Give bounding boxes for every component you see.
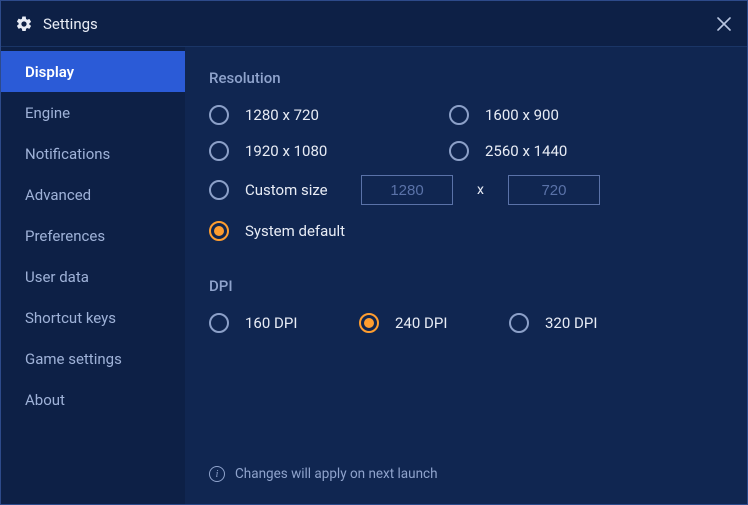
radio-icon (449, 105, 469, 125)
sidebar-item-engine[interactable]: Engine (1, 92, 185, 133)
radio-label: 1600 x 900 (485, 106, 559, 124)
sidebar-item-label: User data (25, 268, 89, 286)
settings-window: Settings Display Engine Notifications Ad… (0, 0, 748, 505)
resolution-option-custom[interactable] (209, 180, 229, 200)
radio-label: 160 DPI (245, 314, 297, 332)
dpi-option-240[interactable]: 240 DPI (359, 313, 509, 333)
radio-icon (449, 141, 469, 161)
sidebar-item-label: Shortcut keys (25, 309, 116, 327)
content-pane: Resolution 1280 x 720 1600 x 900 1920 x … (185, 47, 747, 504)
close-icon (717, 17, 731, 31)
sidebar: Display Engine Notifications Advanced Pr… (1, 47, 185, 504)
sidebar-item-preferences[interactable]: Preferences (1, 215, 185, 256)
dpi-option-160[interactable]: 160 DPI (209, 313, 359, 333)
resolution-option-system-default[interactable]: System default (209, 221, 723, 241)
radio-icon (359, 313, 379, 333)
radio-label: 1920 x 1080 (245, 142, 327, 160)
resolution-custom-row: Custom size x (209, 175, 723, 205)
sidebar-item-label: Engine (25, 104, 70, 122)
resolution-option-2560x1440[interactable]: 2560 x 1440 (449, 141, 689, 161)
close-button[interactable] (715, 15, 733, 33)
sidebar-item-game-settings[interactable]: Game settings (1, 338, 185, 379)
info-icon: i (209, 466, 225, 482)
radio-icon (209, 141, 229, 161)
resolution-option-1280x720[interactable]: 1280 x 720 (209, 105, 449, 125)
sidebar-item-about[interactable]: About (1, 379, 185, 420)
radio-icon (209, 313, 229, 333)
custom-width-input[interactable] (361, 175, 453, 205)
radio-label: System default (245, 222, 345, 240)
window-title: Settings (43, 15, 98, 33)
radio-label: 2560 x 1440 (485, 142, 567, 160)
sidebar-item-label: Notifications (25, 145, 110, 163)
dpi-option-320[interactable]: 320 DPI (509, 313, 659, 333)
gear-icon (15, 15, 33, 33)
sidebar-item-label: Advanced (25, 186, 91, 204)
radio-label: 1280 x 720 (245, 106, 319, 124)
sidebar-item-shortcut-keys[interactable]: Shortcut keys (1, 297, 185, 338)
sidebar-item-advanced[interactable]: Advanced (1, 174, 185, 215)
dpi-title: DPI (209, 277, 723, 295)
titlebar: Settings (1, 1, 747, 47)
radio-icon (509, 313, 529, 333)
radio-label: 240 DPI (395, 314, 447, 332)
footer-note: i Changes will apply on next launch (209, 466, 723, 492)
resolution-option-1600x900[interactable]: 1600 x 900 (449, 105, 689, 125)
sidebar-item-label: Preferences (25, 227, 105, 245)
sidebar-item-display[interactable]: Display (1, 51, 185, 92)
resolution-option-1920x1080[interactable]: 1920 x 1080 (209, 141, 449, 161)
sidebar-item-notifications[interactable]: Notifications (1, 133, 185, 174)
radio-label: 320 DPI (545, 314, 597, 332)
sidebar-item-label: Display (25, 63, 74, 81)
sidebar-item-label: Game settings (25, 350, 122, 368)
radio-label: Custom size (245, 181, 345, 199)
sidebar-item-label: About (25, 391, 65, 409)
dpi-options: 160 DPI 240 DPI 320 DPI (209, 313, 723, 333)
resolution-title: Resolution (209, 69, 723, 87)
radio-icon (209, 221, 229, 241)
sidebar-item-user-data[interactable]: User data (1, 256, 185, 297)
radio-icon (209, 105, 229, 125)
resolution-options: 1280 x 720 1600 x 900 1920 x 1080 2560 x… (209, 105, 723, 161)
footer-note-text: Changes will apply on next launch (235, 466, 438, 482)
dimension-separator: x (477, 182, 484, 198)
custom-height-input[interactable] (508, 175, 600, 205)
